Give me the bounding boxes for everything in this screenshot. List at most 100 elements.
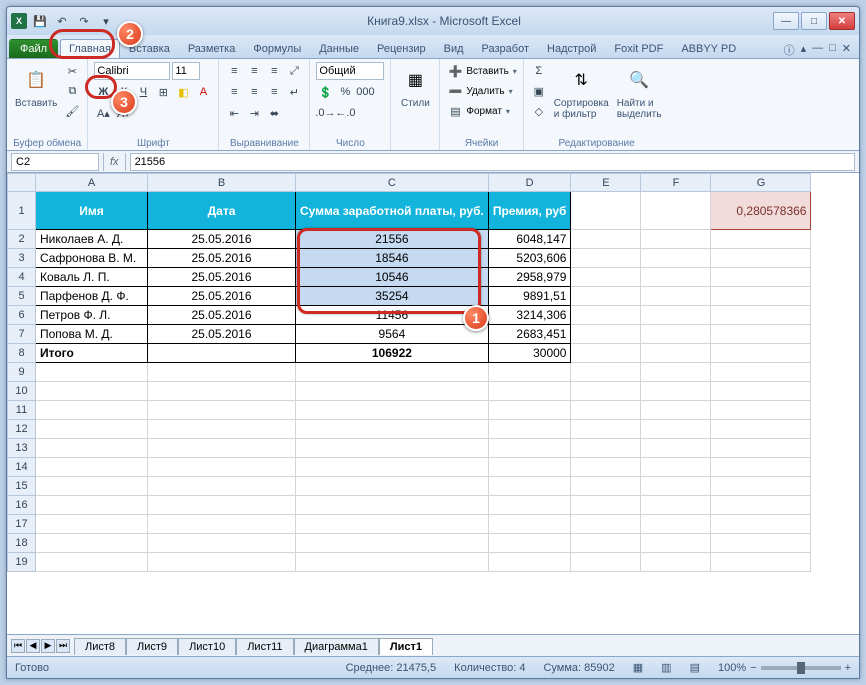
doc-close-icon[interactable]: ✕ <box>842 42 851 58</box>
tab-abbyy[interactable]: ABBYY PD <box>672 39 745 58</box>
sheet-tab-4[interactable]: Диаграмма1 <box>294 638 379 655</box>
tab-nav-prev[interactable]: ◀ <box>26 639 40 653</box>
orientation-icon[interactable]: ⤢ <box>285 62 303 80</box>
cell-A4[interactable]: Коваль Л. П. <box>36 268 148 287</box>
cell-C6[interactable]: 11456 <box>296 306 489 325</box>
cell-B5[interactable]: 25.05.2016 <box>148 287 296 306</box>
cell-B6[interactable]: 25.05.2016 <box>148 306 296 325</box>
col-C[interactable]: C <box>296 174 489 192</box>
undo-icon[interactable]: ↶ <box>53 12 71 30</box>
autosum-icon[interactable]: Σ <box>530 62 548 80</box>
sheet-tab-3[interactable]: Лист11 <box>236 638 293 655</box>
cell-C5[interactable]: 35254 <box>296 287 489 306</box>
tab-layout[interactable]: Разметка <box>179 39 245 58</box>
delete-cells-button[interactable]: ➖Удалить▾ <box>446 82 512 100</box>
qat-more-icon[interactable]: ▾ <box>97 12 115 30</box>
sheet-tab-0[interactable]: Лист8 <box>74 638 126 655</box>
paste-button[interactable]: 📋 Вставить <box>13 62 59 111</box>
tab-review[interactable]: Рецензир <box>368 39 435 58</box>
merge-icon[interactable]: ⬌ <box>265 104 283 122</box>
cell-C8[interactable]: 106922 <box>296 344 489 363</box>
format-cells-button[interactable]: ▤Формат▾ <box>446 102 510 120</box>
cell-D8[interactable]: 30000 <box>488 344 571 363</box>
view-layout-icon[interactable]: ▥ <box>661 661 671 674</box>
format-painter-icon[interactable]: 🖌 <box>63 102 81 120</box>
fill-icon[interactable]: ▣ <box>530 82 548 100</box>
align-bot-icon[interactable]: ≡ <box>265 62 283 80</box>
cell-B2[interactable]: 25.05.2016 <box>148 230 296 249</box>
underline-button[interactable]: Ч <box>134 83 152 101</box>
header-bonus[interactable]: Премия, руб <box>488 192 571 230</box>
tab-foxit[interactable]: Foxit PDF <box>605 39 672 58</box>
row-2[interactable]: 2 <box>8 230 36 249</box>
font-color-button[interactable]: A <box>194 83 212 101</box>
zoom-control[interactable]: 100% − + <box>718 662 851 674</box>
cell-B7[interactable]: 25.05.2016 <box>148 325 296 344</box>
currency-icon[interactable]: 💲 <box>316 83 334 101</box>
save-icon[interactable]: 💾 <box>31 12 49 30</box>
col-F[interactable]: F <box>641 174 711 192</box>
bold-button[interactable]: Ж <box>94 83 112 101</box>
col-B[interactable]: B <box>148 174 296 192</box>
row-1[interactable]: 1 <box>8 192 36 230</box>
tab-formulas[interactable]: Формулы <box>244 39 310 58</box>
cell-A7[interactable]: Попова М. Д. <box>36 325 148 344</box>
cell-B3[interactable]: 25.05.2016 <box>148 249 296 268</box>
tab-view[interactable]: Вид <box>435 39 473 58</box>
zoom-slider[interactable] <box>761 666 841 670</box>
sheet-tab-1[interactable]: Лист9 <box>126 638 178 655</box>
formula-input[interactable]: 21556 <box>130 153 855 171</box>
cell-D7[interactable]: 2683,451 <box>488 325 571 344</box>
row-3[interactable]: 3 <box>8 249 36 268</box>
cut-icon[interactable]: ✂ <box>63 62 81 80</box>
number-format-select[interactable] <box>316 62 384 80</box>
clear-icon[interactable]: ◇ <box>530 102 548 120</box>
cell-B4[interactable]: 25.05.2016 <box>148 268 296 287</box>
row-5[interactable]: 5 <box>8 287 36 306</box>
sheet-tab-5[interactable]: Лист1 <box>379 638 433 655</box>
tab-data[interactable]: Данные <box>310 39 368 58</box>
align-left-icon[interactable]: ≡ <box>225 83 243 101</box>
minimize-ribbon-icon[interactable]: ▴ <box>801 42 807 58</box>
cell-E1[interactable] <box>571 192 641 230</box>
fx-icon[interactable]: fx <box>103 153 126 171</box>
copy-icon[interactable]: ⧉ <box>63 82 81 100</box>
font-name-select[interactable] <box>94 62 170 80</box>
align-top-icon[interactable]: ≡ <box>225 62 243 80</box>
header-name[interactable]: Имя <box>36 192 148 230</box>
indent-inc-icon[interactable]: ⇥ <box>245 104 263 122</box>
grow-font-icon[interactable]: A▴ <box>94 104 112 122</box>
insert-cells-button[interactable]: ➕Вставить▾ <box>446 62 516 80</box>
cell-C4[interactable]: 10546 <box>296 268 489 287</box>
percent-icon[interactable]: % <box>336 83 354 101</box>
tab-file[interactable]: Файл <box>9 39 58 58</box>
tab-nav-first[interactable]: ⏮ <box>11 639 25 653</box>
maximize-button[interactable]: □ <box>801 12 827 30</box>
view-normal-icon[interactable]: ▦ <box>633 661 643 674</box>
tab-home[interactable]: Главная <box>60 39 120 58</box>
minimize-button[interactable]: — <box>773 12 799 30</box>
cell-D5[interactable]: 9891,51 <box>488 287 571 306</box>
find-select-button[interactable]: 🔍 Найти и выделить <box>615 62 664 122</box>
name-box[interactable]: C2 <box>11 153 99 171</box>
col-D[interactable]: D <box>488 174 571 192</box>
doc-max-icon[interactable]: □ <box>829 42 836 58</box>
tab-nav-next[interactable]: ▶ <box>41 639 55 653</box>
cell-A6[interactable]: Петров Ф. Л. <box>36 306 148 325</box>
cell-D6[interactable]: 3214,306 <box>488 306 571 325</box>
align-mid-icon[interactable]: ≡ <box>245 62 263 80</box>
tab-addins[interactable]: Надстрой <box>538 39 605 58</box>
inc-decimal-icon[interactable]: .0→ <box>316 104 334 122</box>
zoom-out-icon[interactable]: − <box>750 662 756 674</box>
col-A[interactable]: A <box>36 174 148 192</box>
view-pagebreak-icon[interactable]: ▤ <box>690 661 700 674</box>
zoom-in-icon[interactable]: + <box>845 662 851 674</box>
indent-dec-icon[interactable]: ⇤ <box>225 104 243 122</box>
align-center-icon[interactable]: ≡ <box>245 83 263 101</box>
cell-B8[interactable] <box>148 344 296 363</box>
row-8[interactable]: 8 <box>8 344 36 363</box>
wrap-text-icon[interactable]: ↵ <box>285 83 303 101</box>
cell-A3[interactable]: Сафронова В. М. <box>36 249 148 268</box>
row-6[interactable]: 6 <box>8 306 36 325</box>
redo-icon[interactable]: ↷ <box>75 12 93 30</box>
